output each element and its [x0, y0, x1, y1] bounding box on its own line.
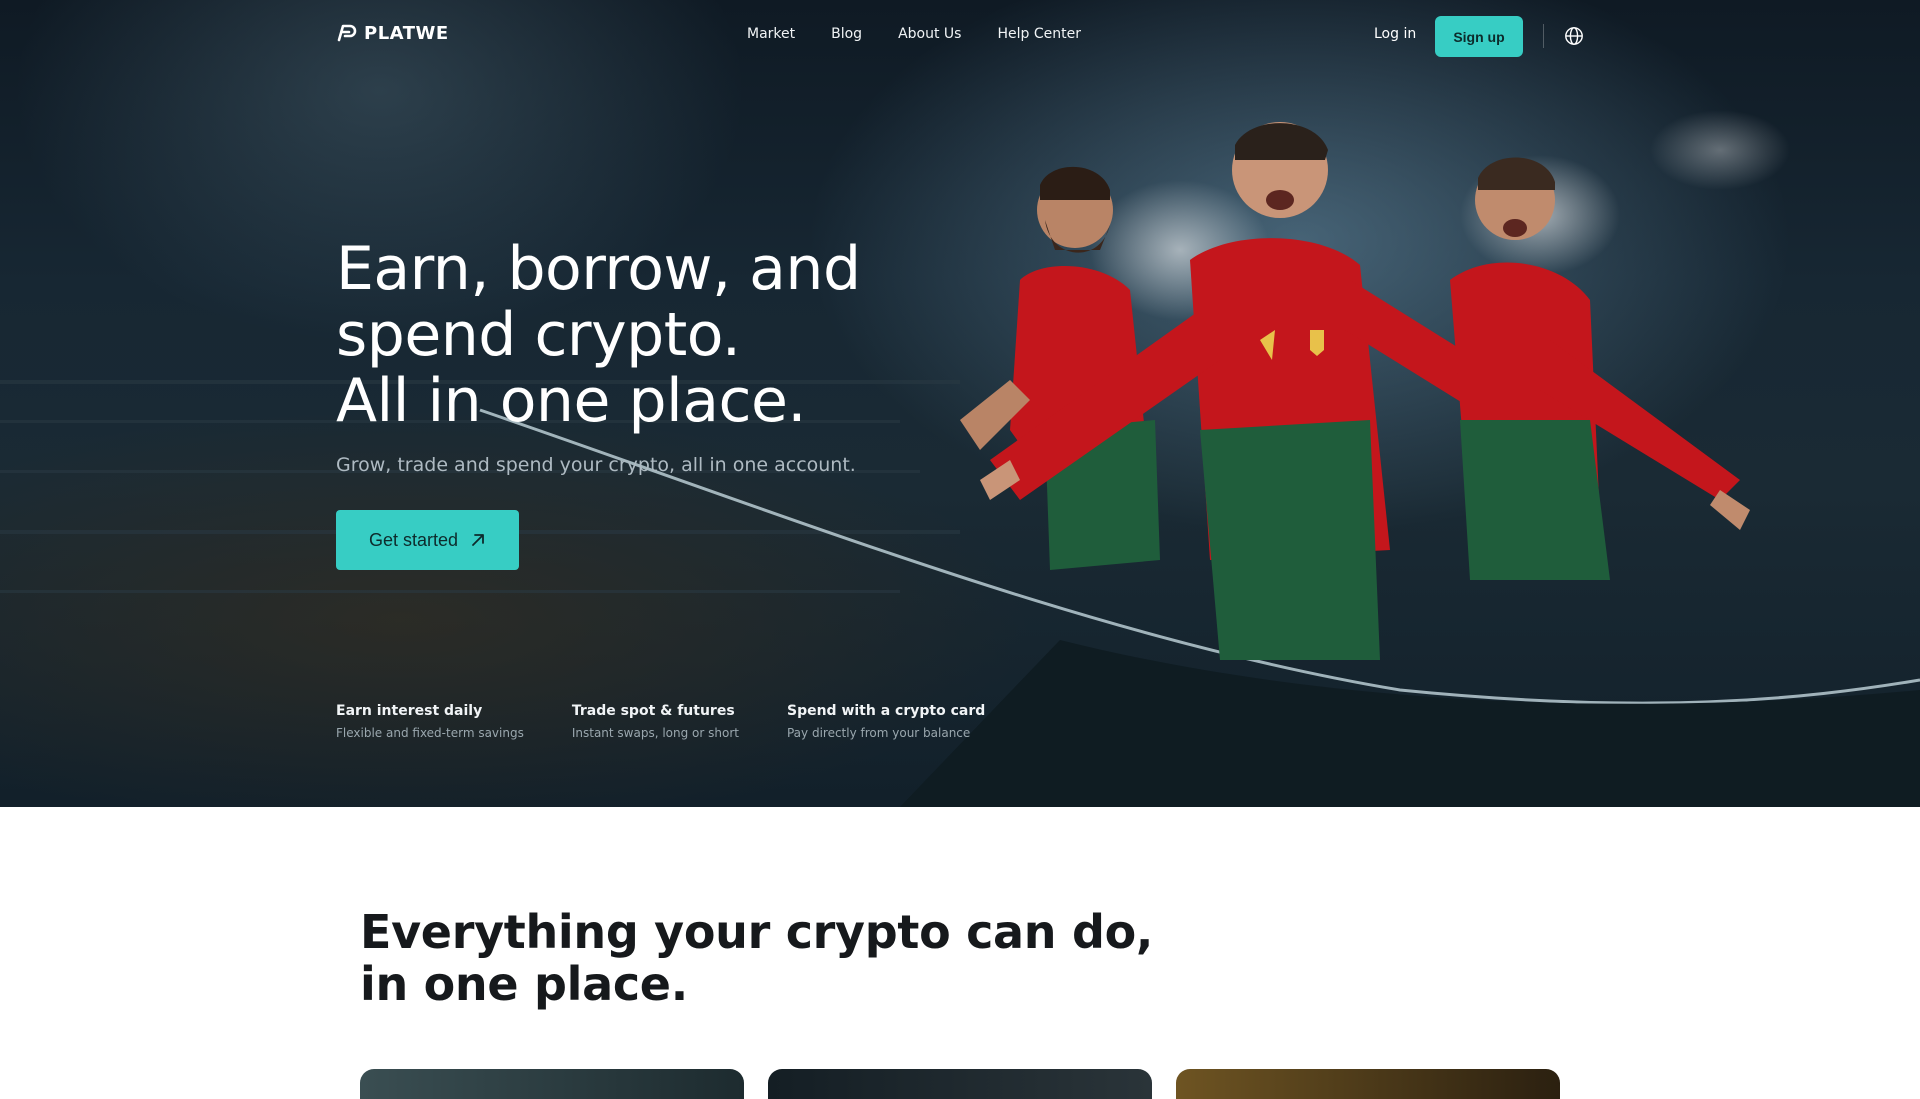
feature-description: Flexible and fixed-term savings: [336, 726, 524, 740]
section-title: Everything your crypto can do, in one pl…: [360, 906, 1153, 1010]
nav-link-market[interactable]: Market: [747, 26, 795, 42]
signup-button[interactable]: Sign up: [1435, 16, 1523, 57]
section-title-line: in one place.: [360, 957, 688, 1011]
feature-card[interactable]: [360, 1069, 744, 1099]
player-right: [1450, 157, 1750, 580]
section-title-line: Everything your crypto can do,: [360, 905, 1154, 959]
nav-links: Market Blog About Us Help Center: [747, 26, 1081, 42]
globe-icon[interactable]: [1564, 26, 1584, 46]
feature-card[interactable]: [1176, 1069, 1560, 1099]
hero-section: PLATWE Market Blog About Us Help Center …: [0, 0, 1920, 807]
hero-headline: Earn, borrow, and spend crypto. All in o…: [336, 236, 861, 434]
hero-headline-line: spend crypto.: [336, 300, 741, 370]
feature-title: Trade spot & futures: [571, 703, 735, 719]
get-started-label: Get started: [368, 529, 459, 550]
feature-card[interactable]: [768, 1069, 1152, 1099]
nav-divider: [1543, 24, 1544, 48]
nav-link-help-center[interactable]: Help Center: [997, 26, 1081, 42]
feature-item: Spend with a crypto card Pay directly fr…: [787, 703, 985, 740]
feature-title: Spend with a crypto card: [786, 703, 986, 719]
football-players-celebrating-image: [960, 122, 1750, 660]
feature-item: Earn interest daily Flexible and fixed-t…: [336, 703, 524, 740]
nav-link-about-us[interactable]: About Us: [898, 26, 961, 42]
platwe-logo-icon: [337, 24, 357, 42]
feature-title: Earn interest daily: [336, 703, 483, 719]
brand-logo[interactable]: PLATWE: [336, 22, 449, 44]
arrow-up-right-icon: [472, 534, 484, 546]
feature-item: Trade spot & futures Instant swaps, long…: [572, 703, 739, 740]
brand-name: PLATWE: [364, 22, 449, 44]
nav-link-blog[interactable]: Blog: [831, 26, 862, 42]
feature-description: Pay directly from your balance: [786, 726, 971, 740]
top-navigation: PLATWE Market Blog About Us Help Center …: [0, 0, 1920, 72]
hero-headline-line: All in one place.: [336, 366, 806, 436]
login-link[interactable]: Log in: [1374, 26, 1416, 42]
hero-features: Earn interest daily Flexible and fixed-t…: [336, 703, 1033, 740]
hero-headline-line: Earn, borrow, and: [336, 234, 861, 304]
hero-subtext: Grow, trade and spend your crypto, all i…: [336, 454, 856, 476]
get-started-button[interactable]: Get started: [336, 510, 519, 570]
feature-description: Instant swaps, long or short: [571, 726, 739, 740]
